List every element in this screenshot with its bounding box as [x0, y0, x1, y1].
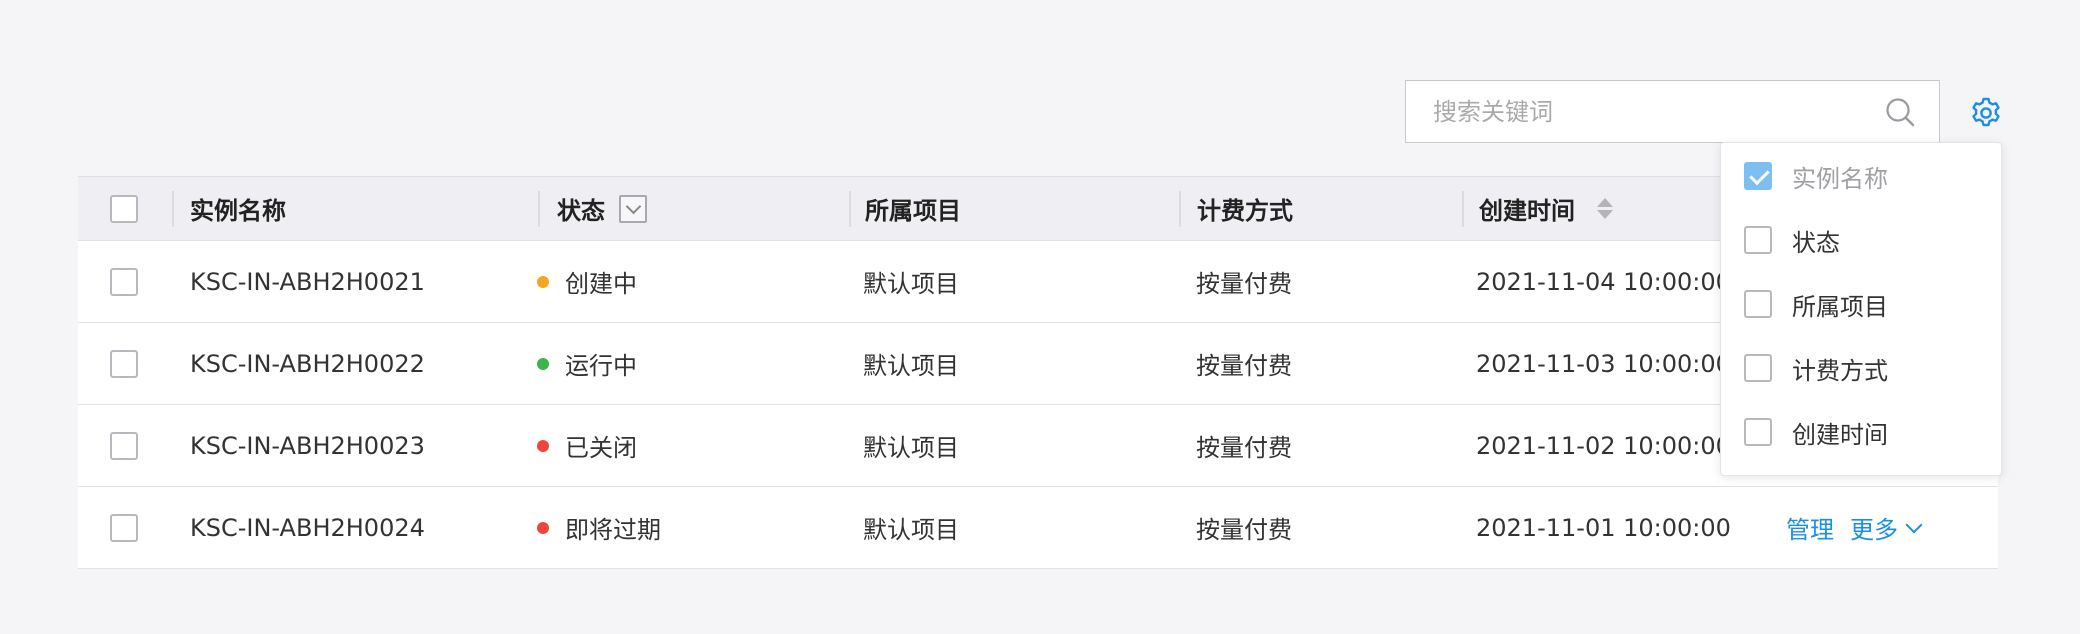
- column-divider: [172, 191, 174, 227]
- table-row: KSC-IN-ABH2H0022 运行中 默认项目 按量付费 2021-11-0…: [78, 323, 1998, 405]
- project-cell: 默认项目: [863, 270, 959, 298]
- status-filter-icon[interactable]: [619, 194, 647, 223]
- column-divider: [1462, 191, 1464, 227]
- page: 实例名称 状态 所属项目 计费方式 创建时间 KSC-IN-ABH2H002: [0, 0, 2080, 634]
- select-all-cell: [110, 177, 138, 240]
- header-status-label: 状态: [557, 197, 605, 225]
- billing-cell: 按量付费: [1196, 270, 1292, 298]
- column-settings-popover: 实例名称 状态 所属项目 计费方式 创建时间: [1720, 142, 2002, 476]
- manage-link[interactable]: 管理: [1786, 510, 1834, 545]
- status-text: 已关闭: [565, 434, 637, 462]
- search-input[interactable]: [1406, 97, 1885, 126]
- header-project: 所属项目: [865, 197, 961, 225]
- row-select-cell: [110, 487, 138, 568]
- status-dot: [537, 521, 549, 534]
- more-dropdown[interactable]: 更多: [1850, 510, 1923, 545]
- row-actions: 管理 更多: [1786, 487, 1923, 568]
- project-cell: 默认项目: [863, 434, 959, 462]
- column-option-name: 实例名称: [1744, 156, 1888, 196]
- column-divider: [849, 191, 851, 227]
- billing-cell: 按量付费: [1196, 516, 1292, 544]
- created-cell: 2021-11-04 10:00:00: [1476, 267, 1731, 296]
- column-option-project[interactable]: 所属项目: [1744, 284, 1888, 324]
- instance-name: KSC-IN-ABH2H0024: [190, 513, 425, 542]
- column-divider: [1179, 191, 1181, 227]
- table-row: KSC-IN-ABH2H0023 已关闭 默认项目 按量付费 2021-11-0…: [78, 405, 1998, 487]
- column-divider: [538, 191, 540, 227]
- sort-asc-icon[interactable]: [1597, 198, 1613, 207]
- status-cell: 创建中: [537, 241, 637, 322]
- status-dot: [537, 275, 549, 288]
- created-cell: 2021-11-03 10:00:00: [1476, 349, 1731, 378]
- instance-name: KSC-IN-ABH2H0023: [190, 431, 425, 460]
- header-billing: 计费方式: [1197, 197, 1293, 225]
- status-cell: 即将过期: [537, 487, 661, 568]
- column-option-checkbox[interactable]: [1744, 290, 1772, 318]
- row-checkbox[interactable]: [110, 431, 138, 460]
- status-text: 创建中: [565, 270, 637, 298]
- row-checkbox[interactable]: [110, 349, 138, 378]
- header-name: 实例名称: [190, 197, 286, 225]
- column-option-checkbox[interactable]: [1744, 226, 1772, 254]
- more-label: 更多: [1850, 516, 1898, 544]
- column-option-label: 创建时间: [1792, 420, 1888, 449]
- column-option-checkbox[interactable]: [1744, 418, 1772, 446]
- table-header: 实例名称 状态 所属项目 计费方式 创建时间: [78, 176, 1998, 241]
- status-text: 运行中: [565, 352, 637, 380]
- row-select-cell: [110, 405, 138, 486]
- column-option-label: 计费方式: [1792, 356, 1888, 385]
- row-select-cell: [110, 323, 138, 404]
- column-option-checkbox: [1744, 162, 1772, 190]
- project-cell: 默认项目: [863, 516, 959, 544]
- sort-icon[interactable]: [1597, 198, 1613, 219]
- billing-cell: 按量付费: [1196, 352, 1292, 380]
- status-dot: [537, 439, 549, 452]
- gear-icon[interactable]: [1969, 96, 2003, 130]
- header-status: 状态: [557, 177, 647, 240]
- column-option-status[interactable]: 状态: [1744, 220, 1840, 260]
- header-created: 创建时间: [1479, 177, 1613, 240]
- header-created-label: 创建时间: [1479, 197, 1575, 225]
- search-icon[interactable]: [1885, 97, 1915, 127]
- instance-table: 实例名称 状态 所属项目 计费方式 创建时间 KSC-IN-ABH2H0021 …: [78, 176, 1998, 569]
- select-all-checkbox[interactable]: [110, 194, 138, 223]
- table-row: KSC-IN-ABH2H0024 即将过期 默认项目 按量付费 2021-11-…: [78, 487, 1998, 569]
- created-cell: 2021-11-02 10:00:00: [1476, 431, 1731, 460]
- row-checkbox[interactable]: [110, 267, 138, 296]
- billing-cell: 按量付费: [1196, 434, 1292, 462]
- column-option-billing[interactable]: 计费方式: [1744, 348, 1888, 388]
- column-option-label: 所属项目: [1792, 292, 1888, 321]
- sort-desc-icon[interactable]: [1597, 210, 1613, 219]
- row-checkbox[interactable]: [110, 513, 138, 542]
- instance-name: KSC-IN-ABH2H0021: [190, 267, 425, 296]
- column-option-checkbox[interactable]: [1744, 354, 1772, 382]
- chevron-down-icon: [1905, 516, 1923, 533]
- table-row: KSC-IN-ABH2H0021 创建中 默认项目 按量付费 2021-11-0…: [78, 241, 1998, 323]
- column-option-label: 实例名称: [1792, 164, 1888, 193]
- status-cell: 已关闭: [537, 405, 637, 486]
- column-option-created[interactable]: 创建时间: [1744, 412, 1888, 452]
- status-dot: [537, 357, 549, 370]
- column-option-label: 状态: [1792, 228, 1840, 257]
- row-select-cell: [110, 241, 138, 322]
- instance-name: KSC-IN-ABH2H0022: [190, 349, 425, 378]
- search-box[interactable]: [1405, 80, 1940, 143]
- created-cell: 2021-11-01 10:00:00: [1476, 513, 1731, 542]
- status-cell: 运行中: [537, 323, 637, 404]
- status-text: 即将过期: [565, 516, 661, 544]
- project-cell: 默认项目: [863, 352, 959, 380]
